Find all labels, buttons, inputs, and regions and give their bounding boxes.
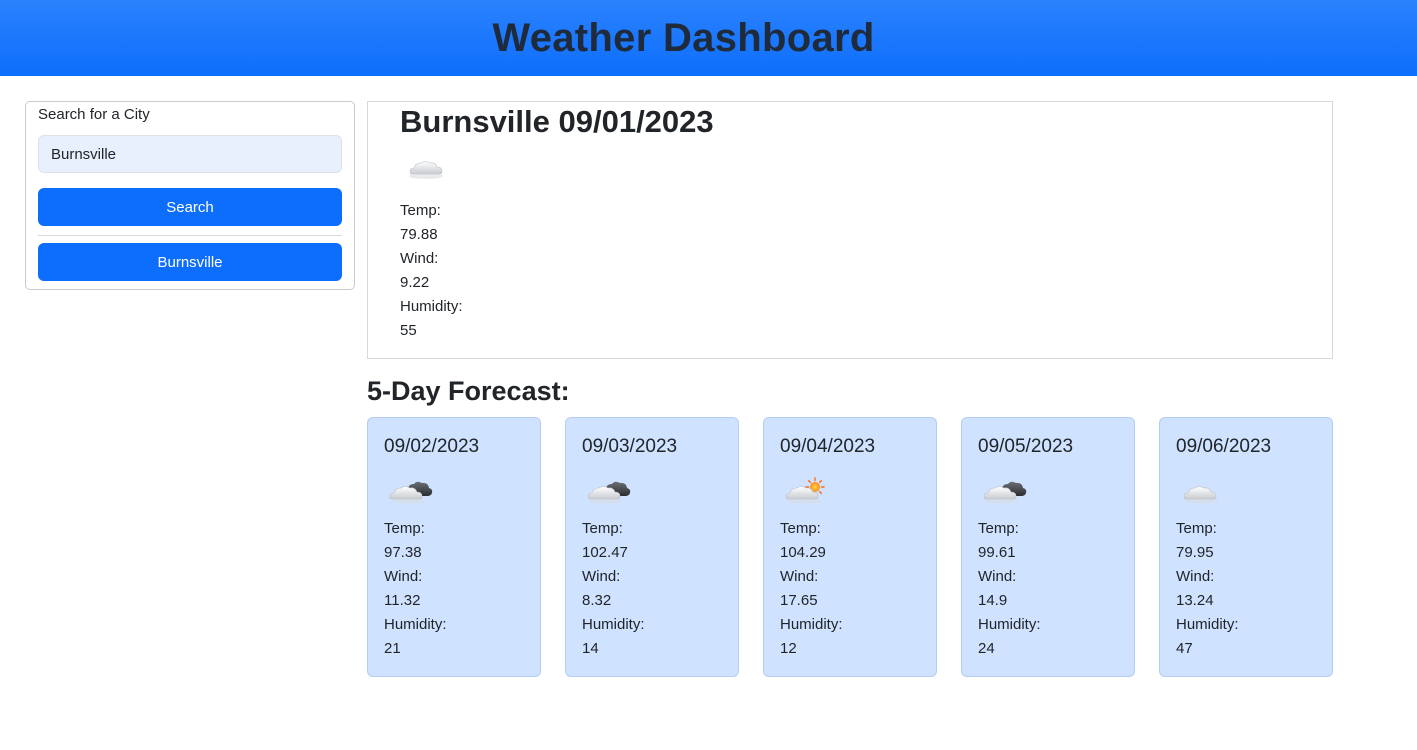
search-panel: Search for a City Search Burnsville — [25, 101, 355, 290]
humidity-value: 47 — [1176, 640, 1193, 657]
forecast-stats: Temp: 99.61 Wind: 14.9 Humidity: 24 — [978, 517, 1041, 661]
cloud-icon — [1183, 486, 1219, 504]
temp-value: 97.38 — [384, 544, 422, 561]
humidity-value: 21 — [384, 640, 401, 657]
wind-label: Wind: — [978, 568, 1017, 585]
wind-value: 13.24 — [1176, 592, 1214, 609]
temp-label: Temp: — [400, 202, 441, 219]
broken-clouds-icon — [983, 481, 1027, 504]
temp-value: 79.95 — [1176, 544, 1214, 561]
forecast-date: 09/05/2023 — [978, 436, 1074, 457]
search-label: Search for a City — [38, 106, 150, 123]
temp-label: Temp: — [780, 520, 821, 537]
forecast-heading: 5-Day Forecast: — [367, 376, 570, 406]
temp-label: Temp: — [582, 520, 623, 537]
wind-label: Wind: — [400, 250, 439, 267]
history-button-burnsville[interactable]: Burnsville — [38, 243, 342, 281]
humidity-label: Humidity: — [582, 616, 645, 633]
wind-value: 11.32 — [384, 592, 421, 609]
temp-value: 102.47 — [582, 544, 628, 561]
temp-value: 99.61 — [978, 544, 1016, 561]
few-clouds-icon — [785, 477, 825, 504]
city-search-input[interactable] — [38, 135, 342, 173]
temp-label: Temp: — [978, 520, 1019, 537]
humidity-value: 24 — [978, 640, 995, 657]
humidity-label: Humidity: — [400, 298, 463, 315]
forecast-card: 09/04/2023 Temp: 104.29 Wind: 17.65 Humi… — [763, 417, 937, 677]
current-weather-stats: Temp: 79.88 Wind: 9.22 Humidity: 55 — [400, 199, 463, 343]
broken-clouds-icon — [389, 481, 433, 504]
humidity-label: Humidity: — [780, 616, 843, 633]
temp-value: 104.29 — [780, 544, 826, 561]
humidity-value: 55 — [400, 322, 417, 339]
wind-value: 8.32 — [582, 592, 612, 609]
broken-clouds-icon — [587, 481, 631, 504]
wind-label: Wind: — [780, 568, 819, 585]
forecast-date: 09/06/2023 — [1176, 436, 1272, 457]
forecast-stats: Temp: 102.47 Wind: 8.32 Humidity: 14 — [582, 517, 645, 661]
forecast-card: 09/05/2023 Temp: 99.61 Wind: 14.9 Humidi… — [961, 417, 1135, 677]
search-button[interactable]: Search — [38, 188, 342, 226]
forecast-card: 09/03/2023 Temp: 102.47 Wind: 8.32 Humid… — [565, 417, 739, 677]
forecast-stats: Temp: 97.38 Wind: 11.32 Humidity: 21 — [384, 517, 447, 661]
forecast-date: 09/03/2023 — [582, 436, 678, 457]
current-weather-panel: Burnsville 09/01/2023 Temp: 79.88 Wind: … — [367, 101, 1333, 359]
humidity-value: 12 — [780, 640, 797, 657]
cloud-icon — [409, 161, 443, 179]
temp-value: 79.88 — [400, 226, 438, 243]
temp-label: Temp: — [384, 520, 425, 537]
forecast-date: 09/04/2023 — [780, 436, 876, 457]
wind-value: 14.9 — [978, 592, 1008, 609]
temp-label: Temp: — [1176, 520, 1217, 537]
forecast-date: 09/02/2023 — [384, 436, 480, 457]
wind-label: Wind: — [1176, 568, 1215, 585]
forecast-stats: Temp: 104.29 Wind: 17.65 Humidity: 12 — [780, 517, 843, 661]
forecast-card: 09/02/2023 Temp: 97.38 Wind: 11.32 Humid… — [367, 417, 541, 677]
humidity-value: 14 — [582, 640, 599, 657]
wind-value: 17.65 — [780, 592, 818, 609]
forecast-stats: Temp: 79.95 Wind: 13.24 Humidity: 47 — [1176, 517, 1239, 661]
wind-label: Wind: — [384, 568, 423, 585]
humidity-label: Humidity: — [978, 616, 1041, 633]
humidity-label: Humidity: — [1176, 616, 1239, 633]
wind-label: Wind: — [582, 568, 621, 585]
page-title: Weather Dashboard — [492, 15, 875, 60]
forecast-row: 09/02/2023 Temp: 97.38 Wind: 11.32 Humid… — [367, 417, 1333, 677]
app-header: Weather Dashboard — [0, 0, 1417, 76]
humidity-label: Humidity: — [384, 616, 447, 633]
forecast-card: 09/06/2023 Temp: 79.95 Wind: 13.24 Humid… — [1159, 417, 1333, 677]
wind-value: 9.22 — [400, 274, 430, 291]
divider — [38, 235, 342, 236]
current-weather-title: Burnsville 09/01/2023 — [400, 104, 714, 139]
